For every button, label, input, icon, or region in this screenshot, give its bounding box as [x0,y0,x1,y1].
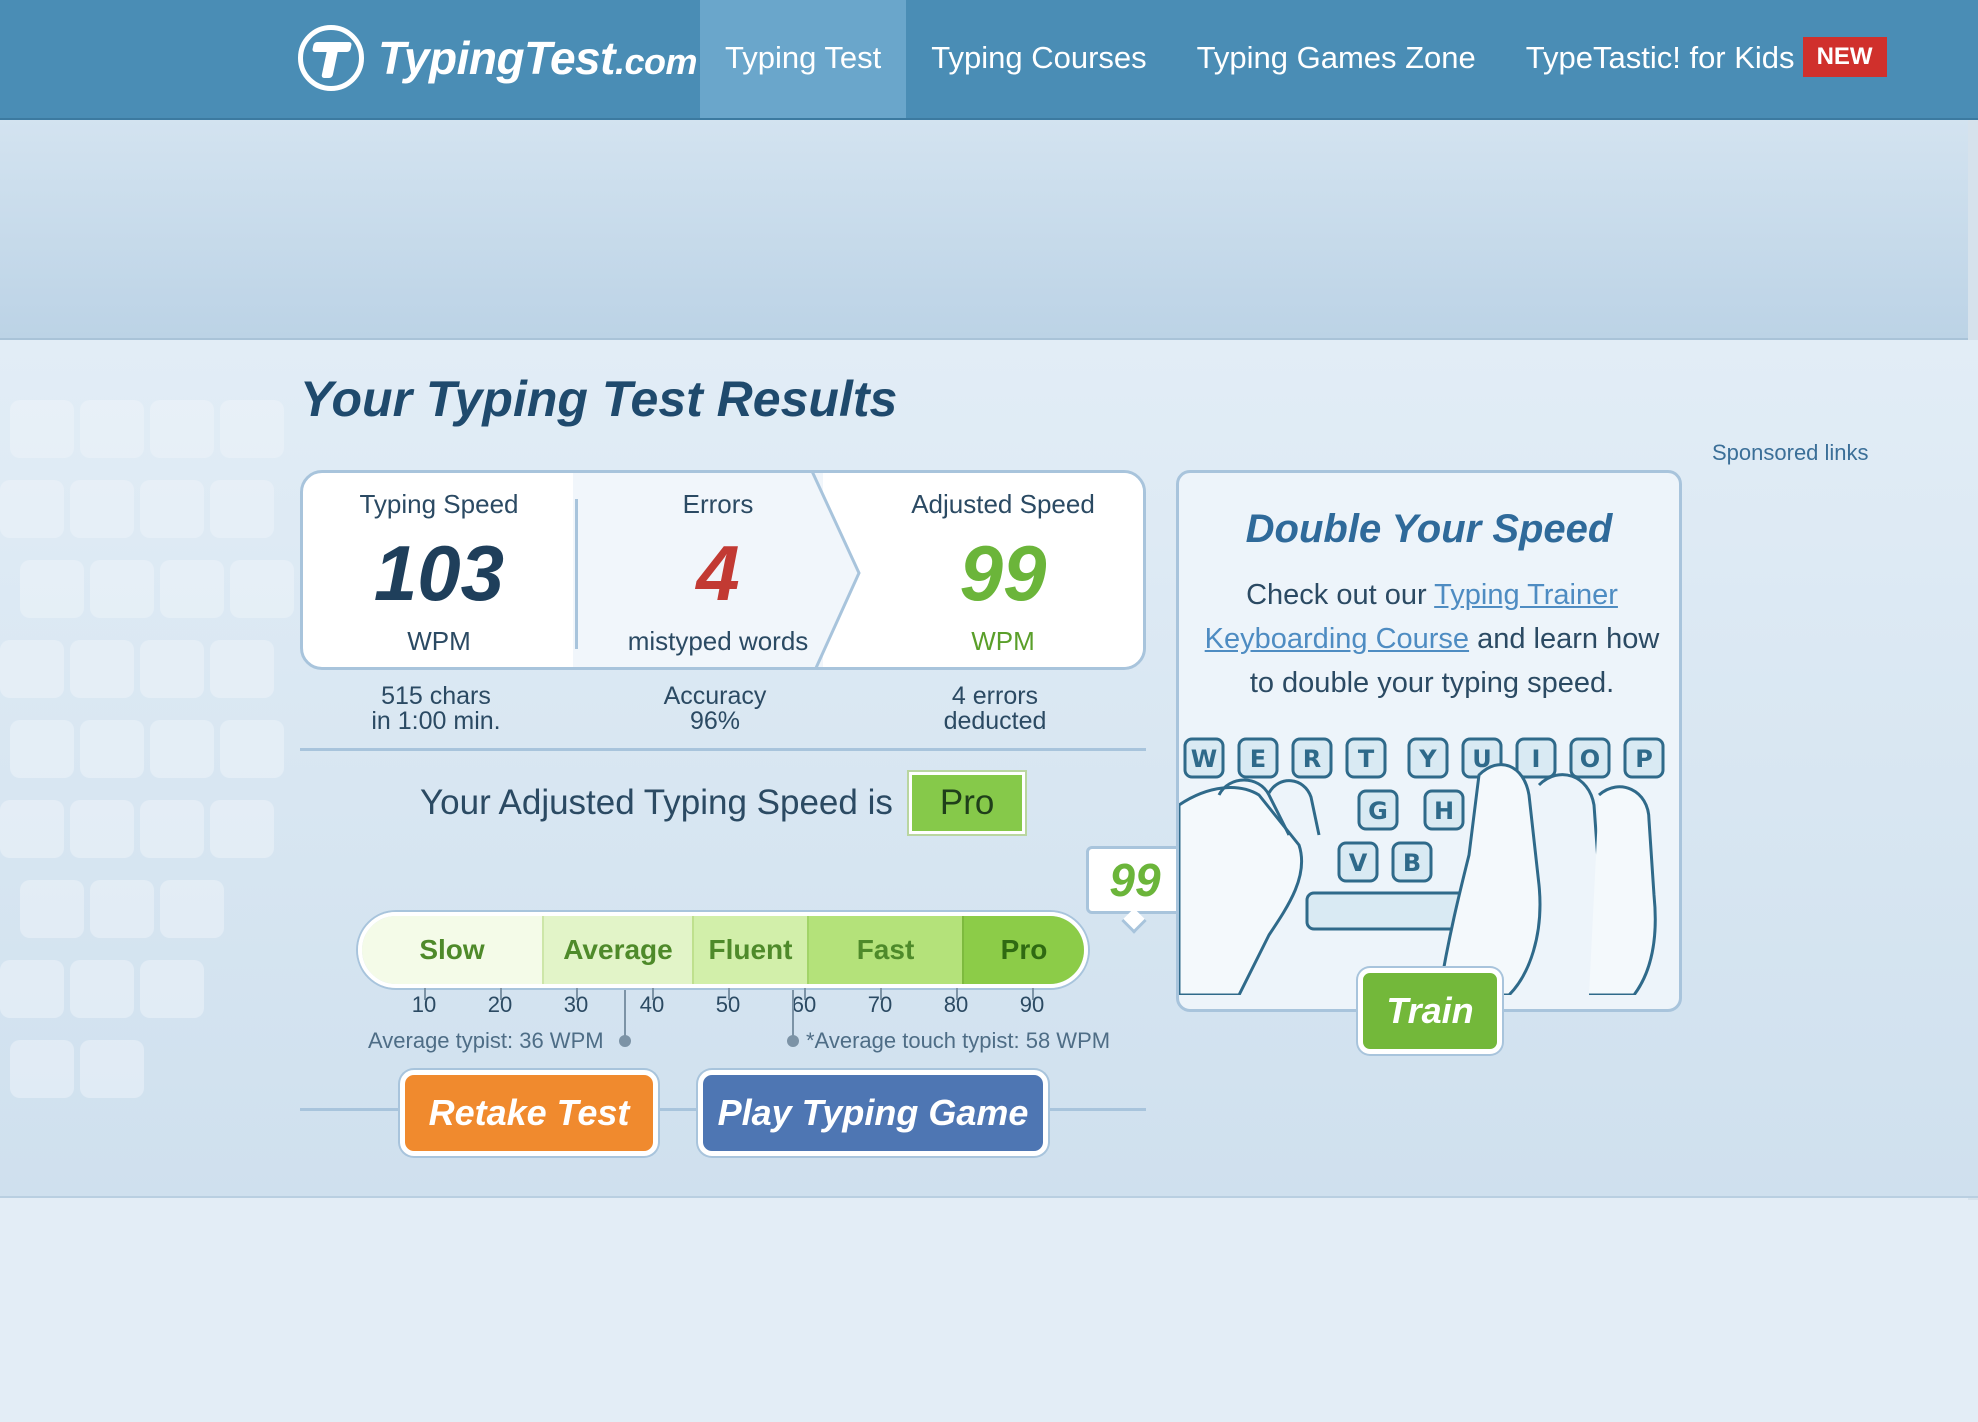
promo-title: Double Your Speed [1245,507,1613,551]
scale-segment-fluent: Fluent [692,916,807,984]
key-label: W [1191,745,1217,773]
nav-typing-courses[interactable]: Typing Courses [906,0,1171,118]
typing-speed-label: Typing Speed [359,489,519,519]
nav-typetastic-label: TypeTastic! for Kids [1525,40,1795,75]
key-label: R [1303,745,1321,773]
double-speed-promo: Double Your Speed Check out our Typing T… [1176,470,1682,1012]
adjusted-speed-stat: Adjusted Speed 99 WPM [863,473,1143,667]
nav-typing-games-zone[interactable]: Typing Games Zone [1172,0,1501,118]
scale-segment-average: Average [542,916,692,984]
key-label: H [1434,797,1454,825]
train-button[interactable]: Train [1358,968,1502,1054]
speed-scale: Slow Average Fluent Fast Pro [358,912,1088,988]
site-logo[interactable]: TypingTest.com [298,18,697,98]
tick-label: 80 [943,992,969,1017]
adjusted-level-text: Your Adjusted Typing Speed is [420,783,893,822]
touch-typist-dot [787,1035,799,1047]
deducted-count: 4 errors [951,682,1039,710]
accuracy-label: Accuracy [663,682,767,710]
errors-value: 4 [696,529,740,617]
tick-label: 40 [639,992,665,1017]
chars-substat: 515 chars in 1:00 min. [300,684,572,734]
tick-label: 60 [791,992,817,1017]
new-badge: NEW [1802,36,1887,77]
main-nav: Typing Test Typing Courses Typing Games … [700,0,1912,118]
average-typist-dot [619,1035,631,1047]
key-label: I [1532,745,1541,773]
background-keys-decoration [0,400,300,1196]
tick-label: 10 [411,992,437,1017]
play-typing-game-button[interactable]: Play Typing Game [698,1070,1048,1156]
scale-segment-fast: Fast [807,916,962,984]
errors-stat: Errors 4 mistyped words [578,473,858,667]
tick-label: 70 [867,992,893,1017]
promo-text-start: Check out our [1246,579,1435,611]
key-label: E [1250,745,1266,773]
accuracy-substat: Accuracy 96% [575,684,855,734]
scale-segment-slow: Slow [362,916,542,984]
adjusted-level-line: Your Adjusted Typing Speed is Pro [420,772,1026,834]
tick-label: 50 [715,992,741,1017]
results-divider [300,748,1146,751]
nav-typing-test[interactable]: Typing Test [700,0,907,118]
chars-count: 515 chars [381,682,491,710]
ad-banner-area [0,120,1978,340]
tick-label: 20 [487,992,513,1017]
logo-text: TypingTest.com [378,32,697,84]
adjusted-speed-unit: WPM [971,626,1035,656]
speed-marker-bubble: 99 [1086,846,1184,914]
page-title: Your Typing Test Results [300,371,898,427]
adjusted-speed-label: Adjusted Speed [911,489,1095,519]
typing-speed-value: 103 [373,529,505,617]
adjusted-speed-value: 99 [959,529,1047,617]
keyboarding-course-link[interactable]: Keyboarding Course [1205,623,1469,655]
key-label: P [1635,745,1653,773]
key-label: B [1403,849,1421,877]
typing-trainer-link[interactable]: Typing Trainer [1434,579,1618,611]
key-label: V [1349,849,1368,877]
results-card: Typing Speed 103 WPM Errors 4 mistyped w… [300,470,1146,670]
sponsored-links-label[interactable]: Sponsored links [1712,440,1869,466]
hands-on-keyboard-illustration: W E R T Y U I O P G H V B [1179,735,1679,995]
top-navigation-bar: TypingTest.com Typing Test Typing Course… [0,0,1978,120]
level-badge: Pro [908,772,1026,834]
tick-label: 90 [1019,992,1045,1017]
nav-typetastic-kids[interactable]: TypeTastic! for Kids NEW [1501,0,1912,118]
retake-test-button[interactable]: Retake Test [400,1070,658,1156]
key-label: T [1358,745,1375,773]
chars-duration: in 1:00 min. [371,707,501,735]
errors-unit: mistyped words [627,626,809,656]
errors-label: Errors [682,489,754,519]
deducted-substat: 4 errors deducted [855,684,1135,734]
average-typist-label: Average typist: 36 WPM [368,1028,604,1053]
key-label: G [1368,797,1388,825]
touch-typist-label: *Average touch typist: 58 WPM [806,1028,1111,1053]
key-label: Y [1418,745,1437,773]
scale-segment-pro: Pro [962,916,1084,984]
typing-speed-stat: Typing Speed 103 WPM [303,473,575,667]
promo-text: Check out our Typing Trainer Keyboarding … [1199,573,1665,705]
deducted-label: deducted [943,707,1047,735]
tick-label: 30 [563,992,589,1017]
logo-icon [298,25,364,91]
typing-speed-unit: WPM [407,626,471,656]
accuracy-value: 96% [689,707,741,735]
key-label: O [1580,745,1600,773]
